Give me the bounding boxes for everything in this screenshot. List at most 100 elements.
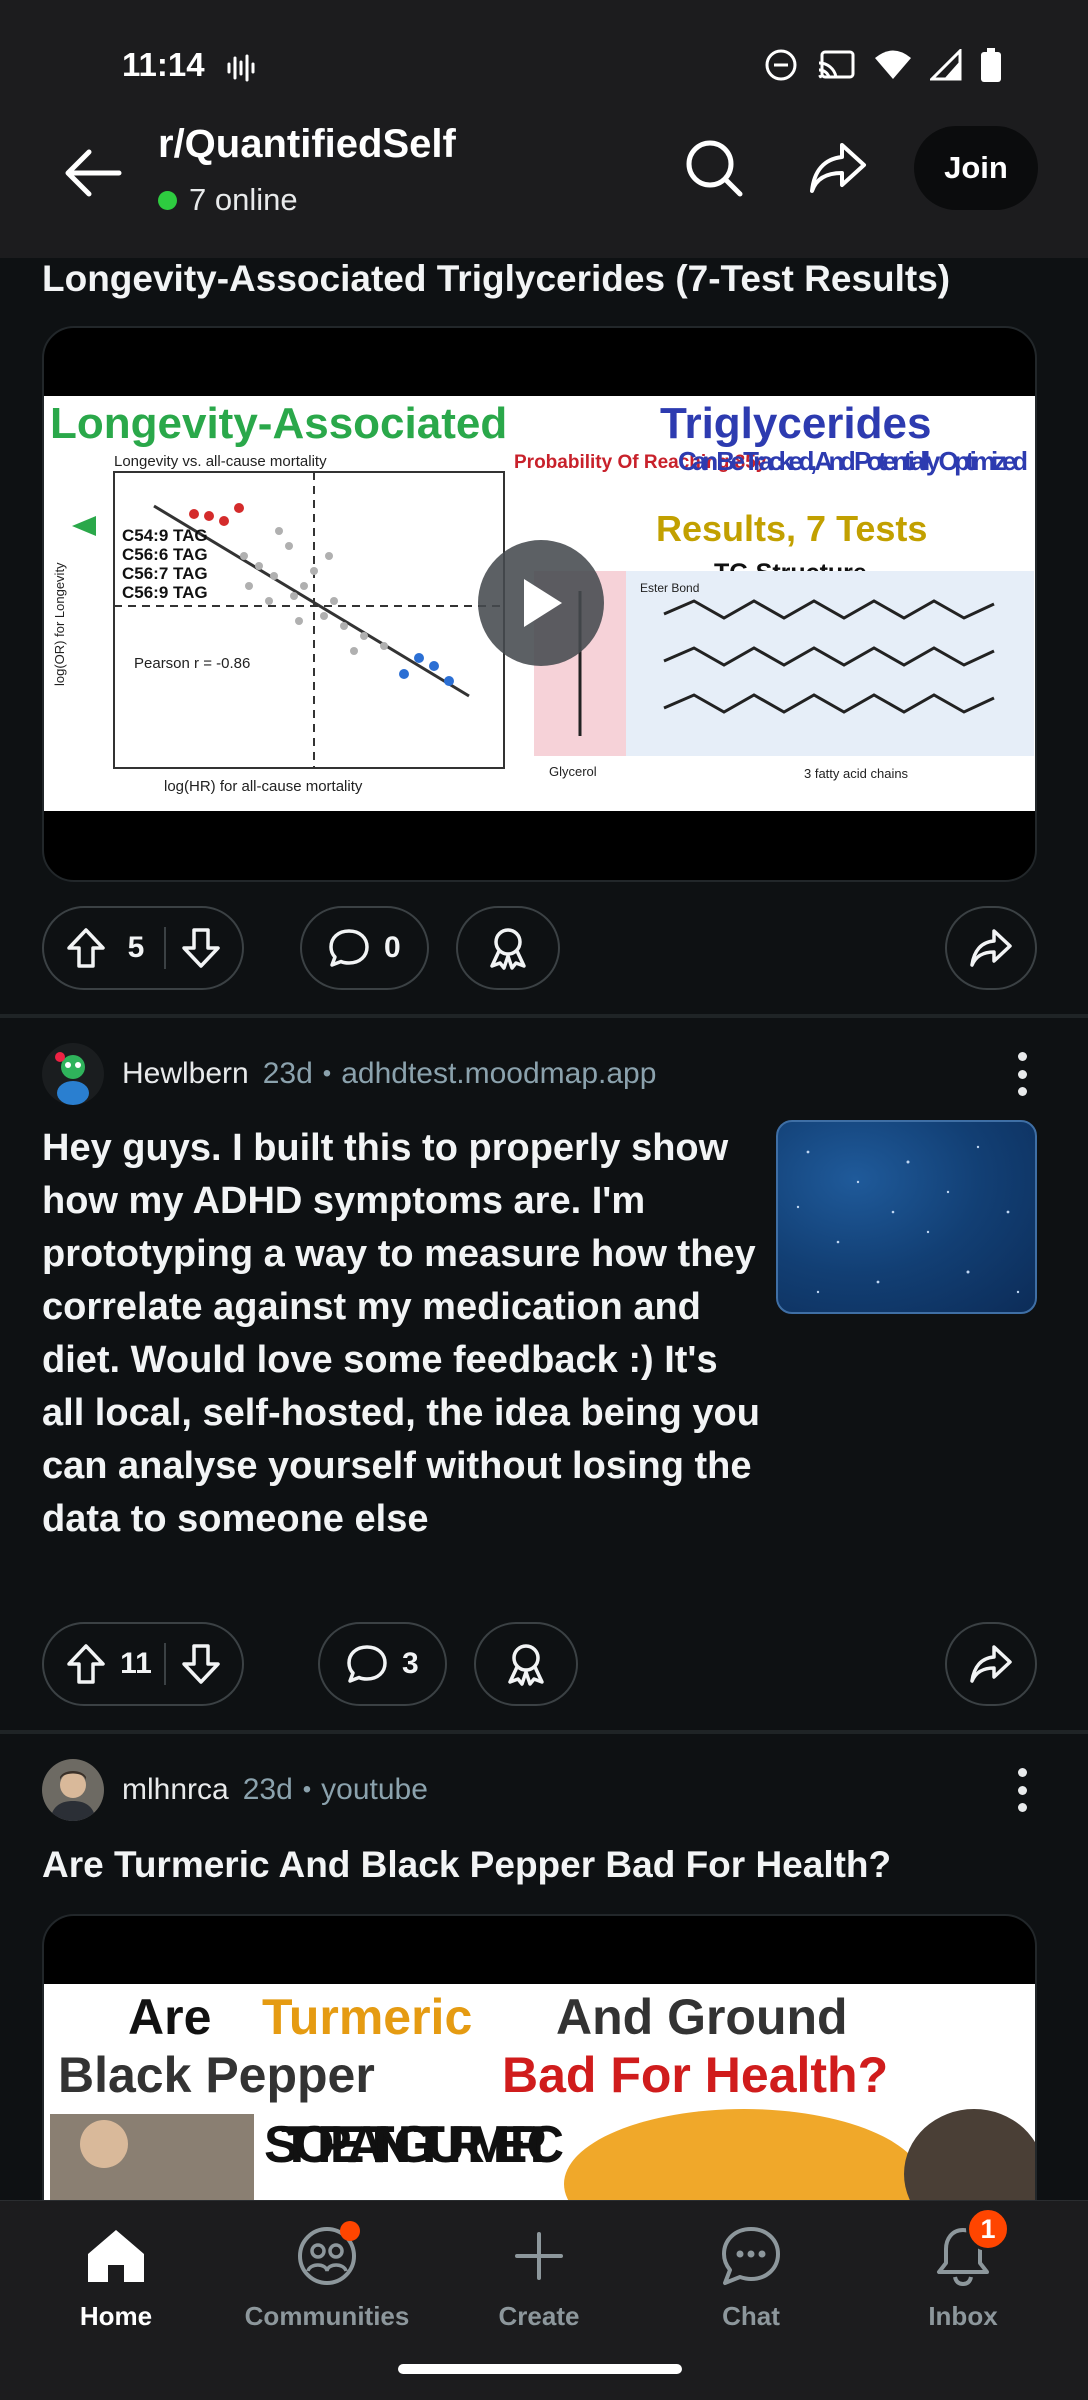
search-icon [686, 140, 743, 197]
share-icon [810, 143, 866, 193]
play-button[interactable] [478, 540, 604, 666]
bell-icon: 1 [928, 2207, 1010, 2291]
nav-home-label: Home [79, 2301, 153, 2331]
thumb-tag-2: C56:7 TAG [122, 564, 208, 583]
award-icon [508, 1644, 544, 1686]
post-divider [0, 1014, 1088, 1018]
avatar[interactable] [42, 1759, 104, 1821]
comment-icon [329, 929, 369, 967]
thumb-ester: Ester Bond [640, 581, 699, 595]
thumb-fatty: 3 fatty acid chains [804, 766, 909, 781]
inbox-badge: 1 [966, 2207, 1010, 2251]
post-domain[interactable]: youtube [321, 1773, 428, 1807]
thumb-xaxis: log(HR) for all-cause mortality [164, 778, 363, 795]
signal-icon [930, 49, 962, 81]
post-domain[interactable]: adhdtest.moodmap.app [341, 1057, 656, 1091]
nav-home[interactable]: Home [36, 2221, 196, 2332]
thumb-line1-a: Are [128, 1989, 211, 2045]
post-title[interactable]: Longevity-Associated Triglycerides (7-Te… [42, 258, 950, 300]
share-icon [970, 929, 1012, 967]
award-button[interactable] [474, 1622, 578, 1706]
thumb-line2-b: Bad For Health? [502, 2047, 888, 2103]
comments-button[interactable]: 0 [300, 906, 429, 990]
share-button[interactable] [945, 1622, 1037, 1706]
post-author[interactable]: mlhnrca [122, 1773, 229, 1807]
audio-wave-icon [226, 54, 256, 87]
nav-chat-label: Chat [722, 2301, 780, 2331]
post-title[interactable]: Are Turmeric And Black Pepper Bad For He… [42, 1844, 891, 1886]
avatar[interactable] [42, 1043, 104, 1105]
status-icons [764, 48, 1002, 82]
comment-icon [347, 1645, 387, 1683]
nav-communities[interactable]: Communities [244, 2221, 410, 2332]
downvote-button[interactable] [172, 927, 242, 969]
create-icon [504, 2221, 574, 2291]
share-button[interactable] [945, 906, 1037, 990]
nav-chat[interactable]: Chat [671, 2221, 831, 2332]
comment-count: 3 [402, 1647, 419, 1680]
thumb-tag-0: C54:9 TAG [122, 526, 208, 545]
communities-icon [292, 2221, 362, 2291]
thumb-pearson: Pearson r = -0.86 [134, 655, 250, 672]
comments-button[interactable]: 3 [318, 1622, 447, 1706]
home-indicator[interactable] [398, 2364, 682, 2374]
online-text: 7 online [189, 182, 298, 217]
more-options-button[interactable] [1002, 1046, 1042, 1102]
post-meta: Hewlbern 23d • adhdtest.moodmap.app [42, 1042, 1042, 1106]
thumb-chart-title: Longevity vs. all-cause mortality [114, 453, 327, 470]
video-thumbnail: Are Turmeric And Ground Black Pepper Bad… [44, 1984, 1035, 2200]
more-options-button[interactable] [1002, 1762, 1042, 1818]
upvote-button[interactable] [44, 1643, 114, 1685]
nav-inbox[interactable]: 1 Inbox [883, 2207, 1043, 2332]
subreddit-name[interactable]: r/QuantifiedSelf [158, 122, 456, 167]
search-button[interactable] [678, 132, 750, 204]
nav-inbox-label: Inbox [928, 2301, 998, 2331]
cast-icon [818, 50, 855, 79]
downvote-icon [182, 1644, 220, 1684]
nav-communities-label: Communities [244, 2301, 410, 2331]
link-thumbnail[interactable] [776, 1120, 1037, 1314]
status-bar: 11:14 [0, 0, 1088, 130]
thumb-glycerol: Glycerol [549, 764, 597, 779]
communities-badge [340, 2221, 360, 2241]
video-player[interactable]: Are Turmeric And Ground Black Pepper Bad… [42, 1914, 1037, 2200]
downvote-button[interactable] [172, 1643, 242, 1685]
video-player[interactable]: Longevity-Associated Triglycerides Longe… [42, 326, 1037, 882]
thumb-line1-c: And Ground [556, 1989, 848, 2045]
upvote-button[interactable] [44, 927, 114, 969]
post-age: 23d [242, 1773, 293, 1806]
post-meta: mlhnrca 23d • youtube [42, 1758, 1042, 1822]
header-share-button[interactable] [802, 132, 874, 204]
back-arrow-icon [65, 149, 122, 197]
status-time: 11:14 [122, 46, 205, 83]
upvote-icon [67, 928, 105, 968]
thumb-tag-3: C56:9 TAG [122, 583, 208, 602]
home-icon [81, 2221, 151, 2291]
thumb-line1-b: Turmeric [262, 1989, 472, 2045]
award-icon [490, 928, 526, 970]
vote-control: 11 [42, 1622, 244, 1706]
thumb-banner: STOP EATING TURMERIC [264, 2116, 564, 2174]
post-author[interactable]: Hewlbern [122, 1057, 249, 1091]
dnd-icon [765, 49, 797, 81]
join-button[interactable]: Join [914, 126, 1038, 210]
nav-create[interactable]: Create [459, 2221, 619, 2332]
upvote-count: 11 [120, 1647, 152, 1680]
chat-icon [716, 2221, 786, 2291]
post-feed[interactable]: Longevity-Associated Triglycerides (7-Te… [0, 258, 1088, 2200]
upvote-count: 5 [127, 931, 145, 964]
subreddit-header: r/QuantifiedSelf 7 online Join [0, 118, 1088, 258]
thumb-sub-blue: Can Be Tracked, And Potentially Optimize… [678, 446, 1028, 476]
vote-control: 5 [42, 906, 244, 990]
thumb-headline-blue: Triglycerides [660, 399, 931, 448]
battery-icon [981, 48, 1001, 82]
play-icon [524, 579, 562, 627]
online-dot-icon [158, 190, 177, 210]
post-age: 23d [262, 1057, 313, 1090]
award-button[interactable] [456, 906, 560, 990]
post-actions: 5 0 [42, 906, 1037, 992]
thumb-yaxis: log(OR) for Longevity [52, 562, 67, 686]
back-button[interactable] [58, 138, 128, 208]
share-icon [970, 1645, 1012, 1683]
post-body[interactable]: Hey guys. I built this to properly show … [42, 1122, 762, 1546]
